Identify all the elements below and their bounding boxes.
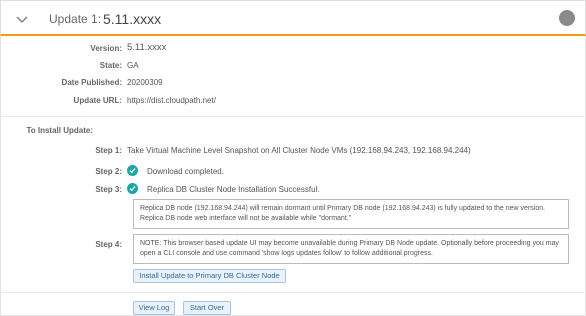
date-published-label: Date Published: <box>61 78 122 87</box>
step1-label: Step 1: <box>95 146 122 155</box>
step3-note: Replica DB node (192.168.94.244) will re… <box>133 199 569 229</box>
update-version: 5.11.xxxx <box>103 11 162 27</box>
version-value: 5.11.xxxx <box>127 42 167 53</box>
step2-text: Download completed. <box>147 167 224 176</box>
date-published-value: 20200309 <box>127 78 163 87</box>
install-primary-button[interactable]: Install Update to Primary DB Cluster Nod… <box>133 269 286 283</box>
view-log-button[interactable]: View Log <box>133 301 175 315</box>
check-icon <box>127 183 138 194</box>
version-label: Version: <box>90 44 122 53</box>
start-over-button[interactable]: Start Over <box>183 301 231 315</box>
status-dot-icon <box>559 10 575 26</box>
update-url-value: https://dist.cloudpath.net/ <box>127 96 216 105</box>
update-panel <box>0 0 586 316</box>
step4-label: Step 4: <box>95 240 122 249</box>
chevron-down-icon[interactable] <box>15 12 29 26</box>
section-divider <box>0 116 584 117</box>
state-label: State: <box>99 61 122 70</box>
step1-text: Take Virtual Machine Level Snapshot on A… <box>127 146 471 155</box>
step3-label: Step 3: <box>95 185 122 194</box>
state-value: GA <box>127 61 139 70</box>
footer-divider <box>0 292 584 293</box>
step3-text: Replica DB Cluster Node Installation Suc… <box>147 185 320 194</box>
step2-label: Step 2: <box>95 167 122 176</box>
update-title: Update 1: <box>49 12 102 26</box>
step4-note: NOTE: This browser based update UI may b… <box>133 234 569 264</box>
install-heading: To Install Update: <box>26 126 93 135</box>
update-header[interactable]: Update 1: 5.11.xxxx <box>0 0 586 36</box>
update-url-label: Update URL: <box>73 96 122 105</box>
check-icon <box>127 165 138 176</box>
